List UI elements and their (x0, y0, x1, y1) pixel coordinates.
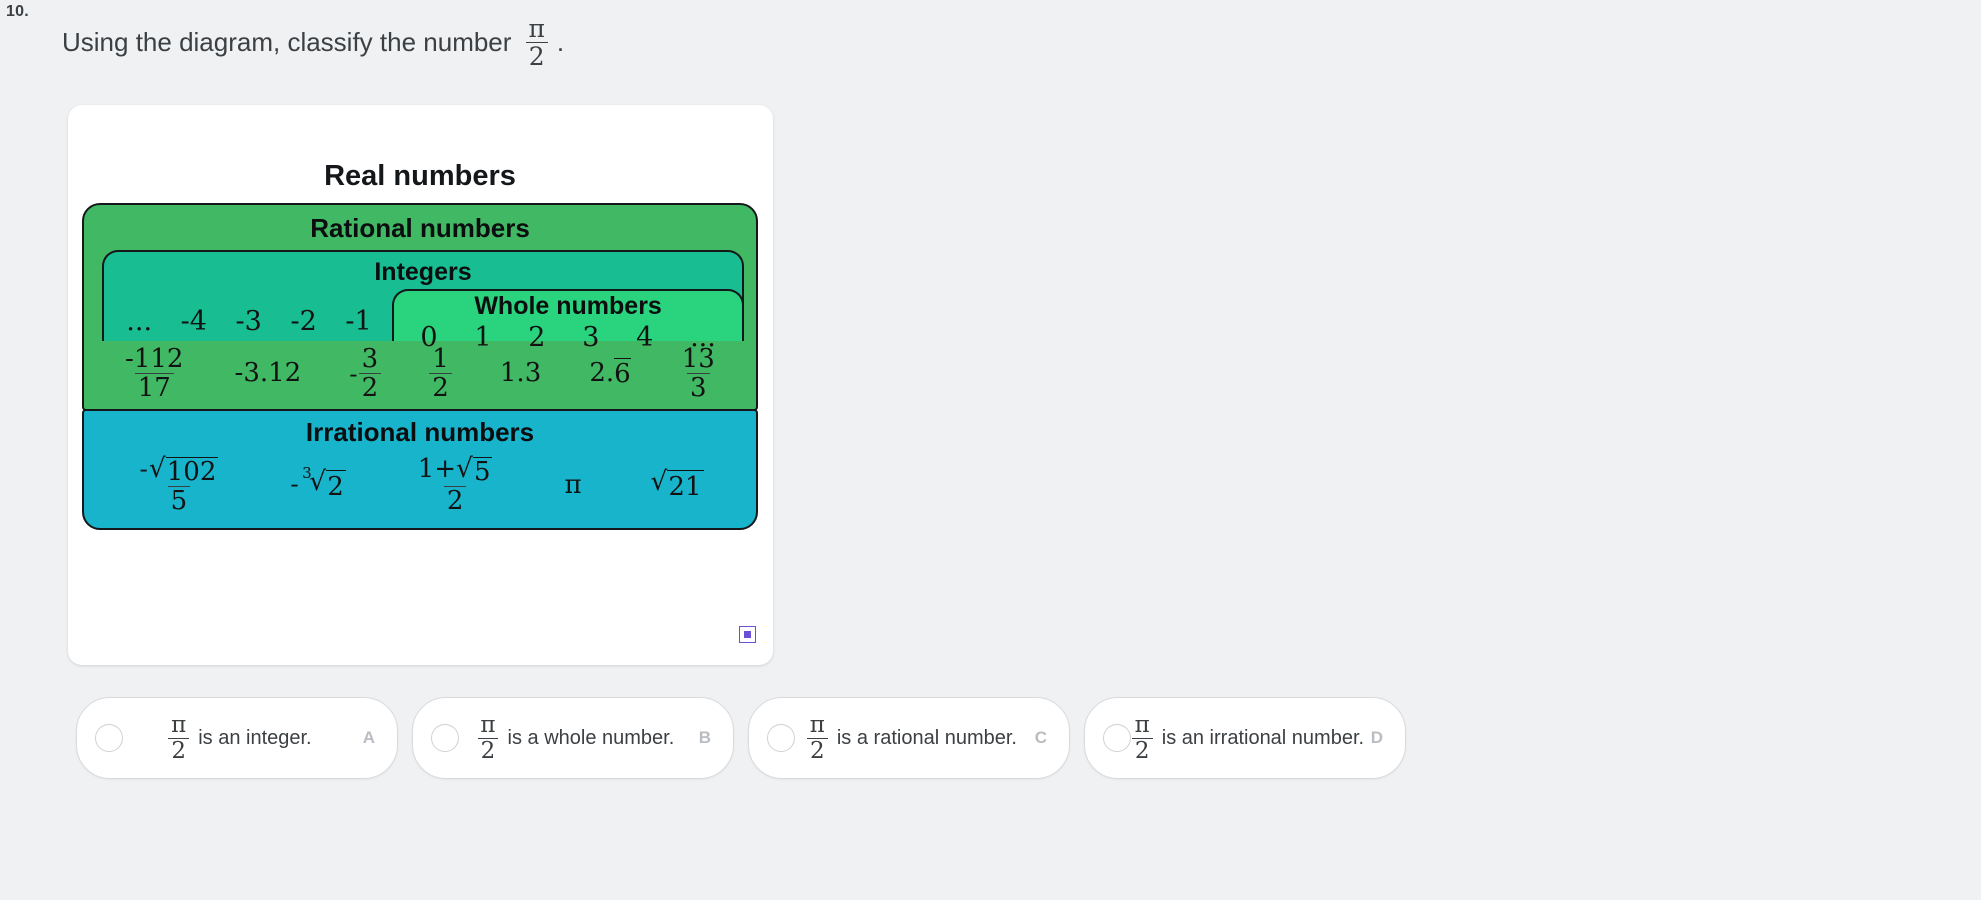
answer-option-c-body: π 2 is a rational number. (795, 711, 1029, 763)
fraction-numerator: π (1134, 711, 1150, 738)
whole-numbers-region: Whole numbers 0 1 2 3 4 ... (392, 289, 745, 353)
fraction-denominator: 2 (477, 737, 499, 763)
radicand: 5 (472, 457, 493, 487)
option-d-fraction: π 2 (1131, 711, 1153, 763)
answer-option-d-letter: D (1370, 728, 1383, 747)
fraction-denominator: 2 (443, 486, 467, 514)
diagram-card: Real numbers Rational numbers Integers .… (68, 105, 773, 665)
rational-example-fraction: -112 17 (122, 346, 186, 401)
radicand: 21 (667, 469, 704, 502)
fraction-denominator: 2 (806, 737, 828, 763)
irrational-example-radical-fraction: - √ 102 5 (136, 453, 221, 514)
fraction-denominator: 2 (429, 372, 452, 401)
golden-ratio-numerator: 1+ √ 5 (417, 453, 493, 487)
question-value-numerator: π (528, 14, 545, 43)
integer-value: -4 (180, 306, 207, 337)
fraction-numerator: π (480, 711, 496, 738)
whole-number-value: 3 (582, 322, 600, 353)
irrational-numbers-examples: - √ 102 5 -3 √ 2 1+ √ 5 2 π √ 21 (84, 450, 756, 528)
fraction-numerator: π (809, 711, 825, 738)
option-b-fraction: π 2 (477, 711, 499, 763)
real-numbers-title: Real numbers (324, 160, 516, 192)
whole-number-value: 2 (528, 322, 546, 353)
irrational-example-radical: √ 21 (650, 465, 704, 502)
radical-sign: - (290, 468, 299, 498)
whole-number-value: 4 (636, 322, 654, 353)
answer-option-a-letter: A (362, 728, 375, 747)
root-index: 3 (302, 463, 312, 482)
fraction-denominator: 5 (167, 486, 191, 514)
radio-button-c[interactable] (767, 724, 795, 752)
fraction-denominator: 2 (168, 737, 189, 763)
answer-option-d-text: is an irrational number. (1161, 726, 1365, 749)
question-value-denominator: 2 (525, 42, 548, 69)
irrational-example-golden-ratio: 1+ √ 5 2 (415, 453, 496, 514)
expand-diagram-icon[interactable] (739, 626, 756, 643)
radical-sign: - (139, 454, 148, 483)
answer-option-a-body: π 2 is an integer. (123, 711, 357, 763)
integer-value: -1 (345, 306, 372, 337)
fraction-numerator: π (171, 711, 187, 738)
integer-value: -2 (290, 306, 317, 337)
rational-example-decimal: 1.3 (499, 358, 542, 388)
rational-numbers-title: Rational numbers (310, 213, 530, 243)
question-lead-text: Using the diagram, classify the number (62, 27, 512, 57)
radical-numerator: - √ 102 (139, 453, 219, 487)
whole-number-value: ... (690, 322, 716, 353)
answer-option-b[interactable]: π 2 is a whole number. B (412, 697, 734, 779)
fraction-sign: - (349, 358, 358, 388)
answer-option-c[interactable]: π 2 is a rational number. C (748, 697, 1070, 779)
radio-button-a[interactable] (95, 724, 123, 752)
numerator-left: 1+ (417, 454, 457, 484)
question-trailing-punctuation: . (556, 27, 565, 57)
irrational-numbers-region: Irrational numbers - √ 102 5 -3 √ 2 1+ √ 5 (82, 409, 758, 530)
fraction-denominator: 2 (358, 372, 382, 401)
answer-option-b-letter: B (698, 728, 711, 747)
answer-option-d[interactable]: π 2 is an irrational number. D (1084, 697, 1406, 779)
rational-example-signed-fraction: - 3 2 (349, 343, 382, 401)
integer-value: -3 (235, 306, 262, 337)
rational-example-repeating-decimal: 2. 6 (589, 357, 631, 389)
integers-region: Integers ... -4 -3 -2 -1 Whole numbers 0… (102, 250, 745, 353)
radicand: 102 (165, 457, 219, 487)
irrational-numbers-title: Irrational numbers (305, 417, 535, 447)
irrational-example-cube-root: -3 √ 2 (290, 463, 346, 502)
integers-title: Integers (374, 258, 472, 286)
rational-example-decimal: -3.12 (234, 358, 302, 388)
answer-option-d-body: π 2 is an irrational number. (1131, 711, 1365, 763)
question-stem: Using the diagram, classify the number π… (62, 16, 564, 69)
answer-option-a[interactable]: π 2 is an integer. A (76, 697, 398, 779)
rational-numbers-region: Rational numbers Integers ... -4 -3 -2 -… (82, 203, 758, 411)
answer-options: π 2 is an integer. A π 2 is a whole numb… (76, 697, 1406, 779)
answer-option-c-letter: C (1034, 728, 1047, 747)
integers-values-row: ... -4 -3 -2 -1 Whole numbers 0 1 2 3 4 … (104, 289, 745, 353)
fraction-numerator: 3 (361, 343, 379, 374)
question-value-fraction: π 2 (525, 14, 548, 69)
option-c-fraction: π 2 (806, 711, 828, 763)
repeating-digit: 6 (614, 357, 631, 389)
negative-integers-values: ... -4 -3 -2 -1 (104, 289, 392, 341)
radio-button-d[interactable] (1103, 724, 1131, 752)
radio-button-b[interactable] (431, 724, 459, 752)
radicand: 2 (326, 469, 346, 502)
whole-number-value: 0 (420, 322, 438, 353)
integer-value: ... (126, 306, 153, 337)
fraction-denominator: 3 (687, 372, 710, 401)
whole-number-value: 1 (474, 322, 492, 353)
question-number: 10. (6, 3, 29, 20)
whole-numbers-title: Whole numbers (474, 292, 662, 320)
whole-numbers-values: 0 1 2 3 4 ... (394, 322, 742, 357)
answer-option-b-body: π 2 is a whole number. (459, 711, 693, 763)
fraction-denominator: 17 (134, 372, 174, 401)
number-sets-diagram: Real numbers Rational numbers Integers .… (82, 160, 758, 530)
fraction-denominator: 2 (1131, 737, 1153, 763)
answer-option-a-text: is an integer. (198, 726, 312, 749)
irrational-example-pi: π (564, 470, 582, 500)
option-a-fraction: π 2 (168, 711, 189, 763)
answer-option-b-text: is a whole number. (507, 726, 675, 749)
answer-option-c-text: is a rational number. (836, 726, 1017, 749)
fraction-numerator: -112 (125, 343, 184, 374)
